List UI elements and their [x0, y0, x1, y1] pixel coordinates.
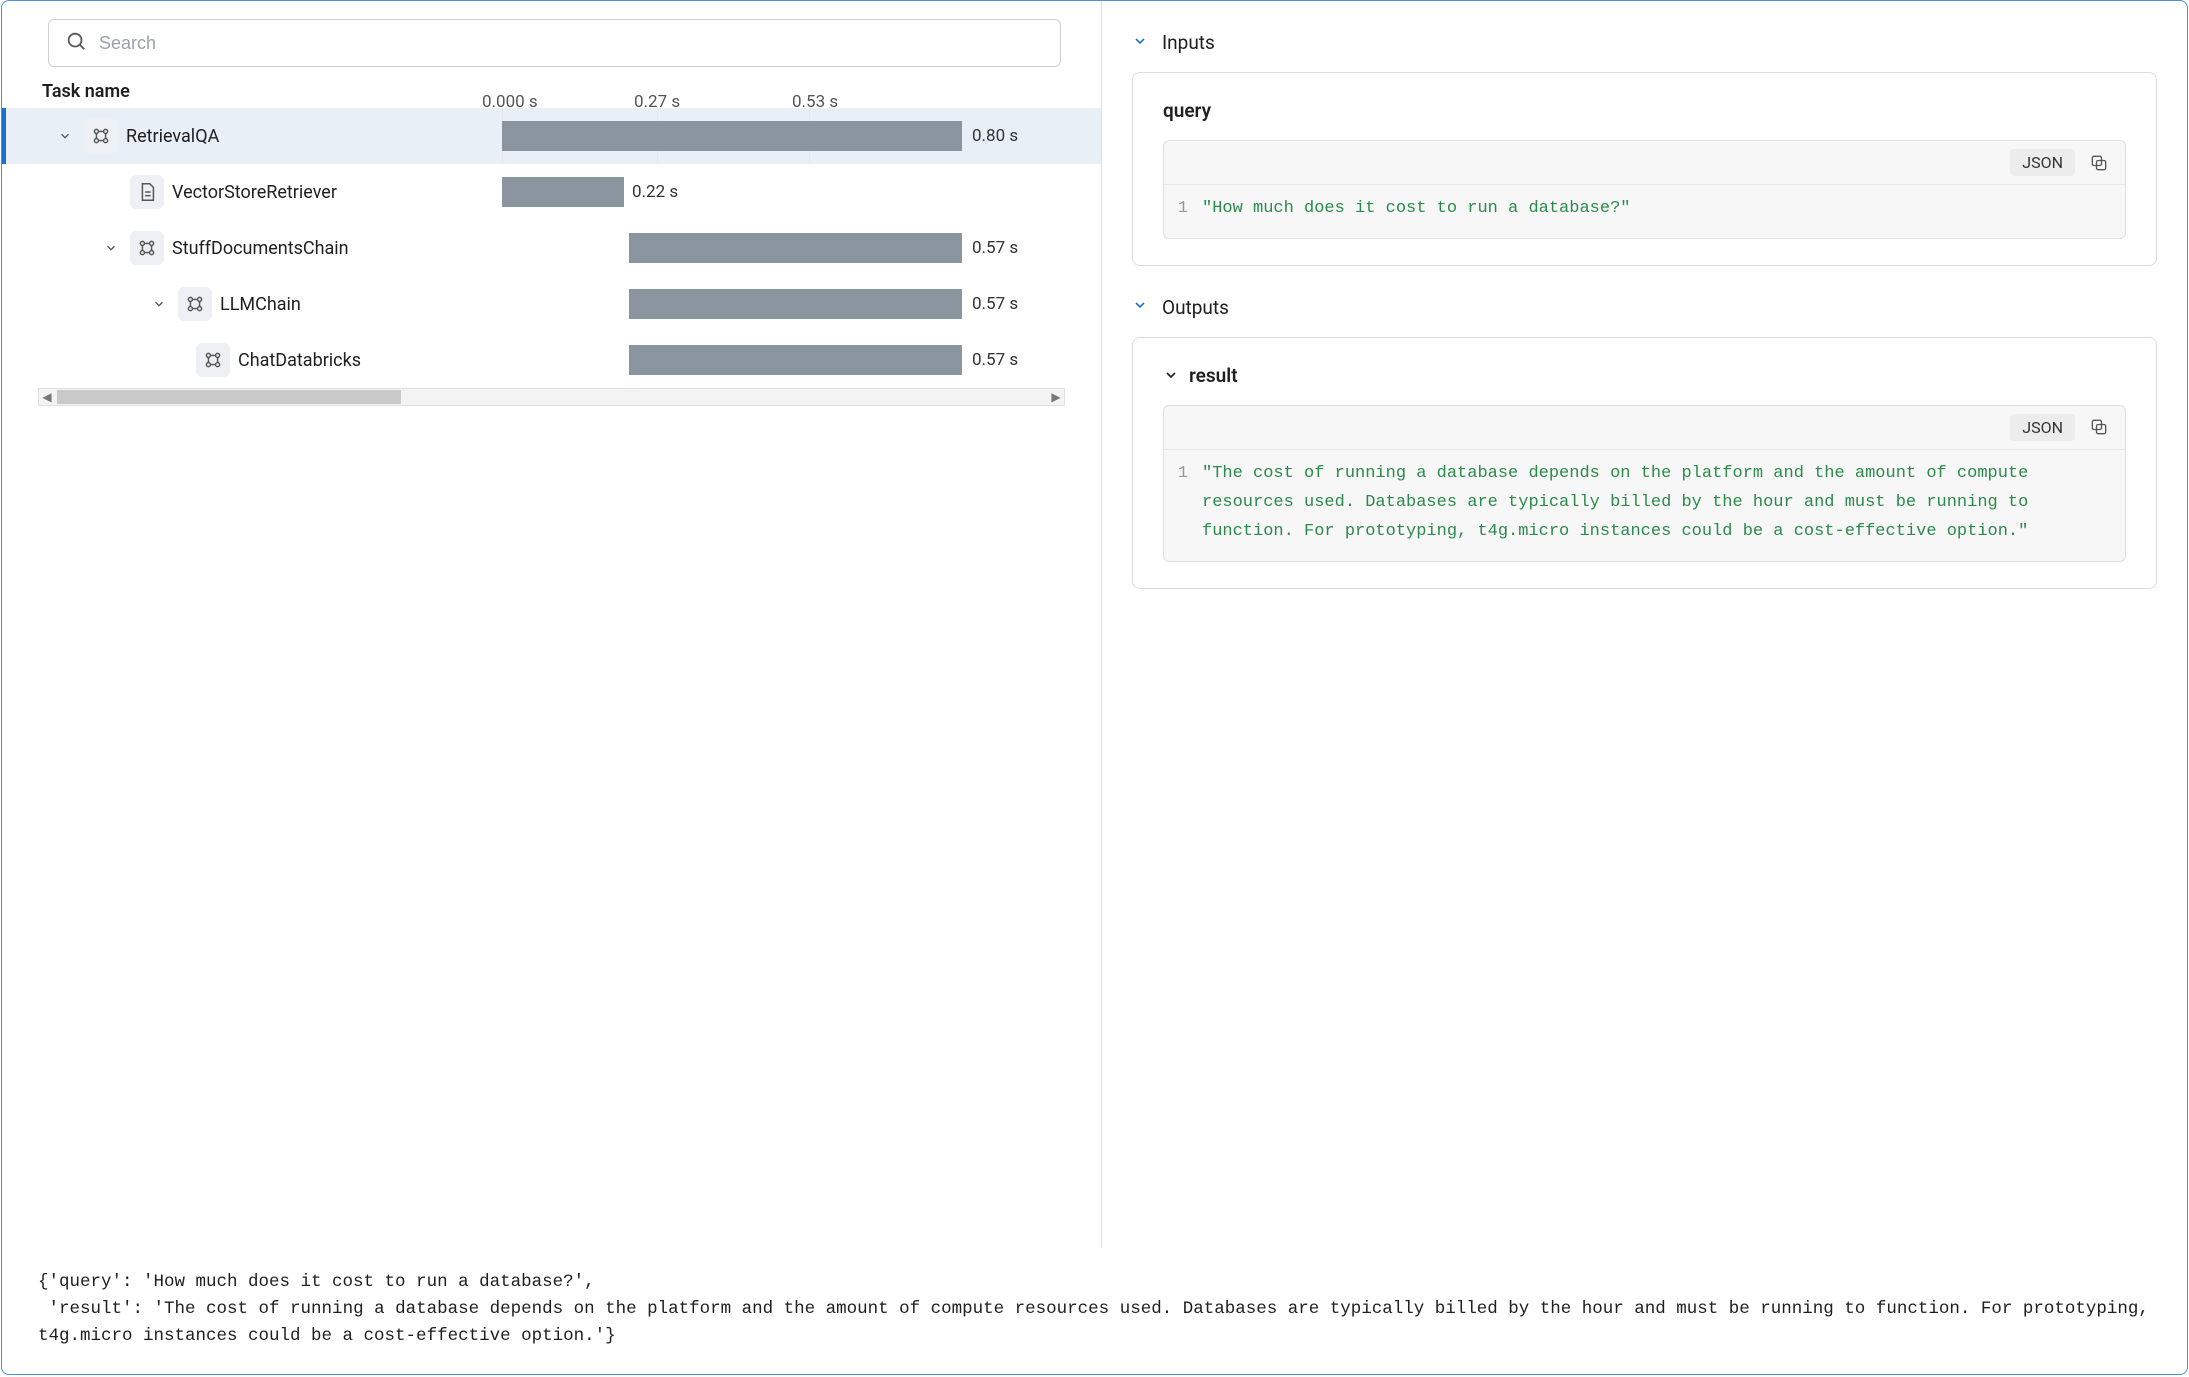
search-input[interactable] [99, 33, 1044, 54]
scroll-right-arrow-icon[interactable]: ▶ [1048, 390, 1064, 404]
task-row-stuffdocumentschain[interactable]: StuffDocumentsChain 0.57 s [2, 220, 1101, 276]
outputs-section-title: Outputs [1162, 296, 1229, 319]
inputs-section-title: Inputs [1162, 31, 1215, 54]
timeline-cell: 0.22 s [462, 164, 1101, 220]
task-row-retrievalqa[interactable]: RetrievalQA 0.80 s [2, 108, 1101, 164]
left-panel: Task name 0.000 s 0.27 s 0.53 s Retrieva… [2, 1, 1102, 1248]
result-code-text: "The cost of running a database depends … [1202, 460, 2111, 547]
document-icon [130, 175, 164, 209]
chevron-down-icon [1132, 33, 1148, 53]
duration-label: 0.57 s [972, 294, 1018, 314]
inputs-query-card: query JSON 1 "How much does it cost to r… [1132, 72, 2157, 266]
chain-icon [130, 231, 164, 265]
chevron-placeholder [100, 181, 122, 203]
scroll-thumb[interactable] [57, 390, 401, 404]
horizontal-scrollbar[interactable]: ◀ ▶ [38, 388, 1065, 406]
raw-output-text: {'query': 'How much does it cost to run … [2, 1248, 2187, 1374]
task-label: ChatDatabricks [238, 350, 361, 371]
outputs-result-card: result JSON 1 "The cost of running a dat… [1132, 337, 2157, 589]
duration-bar [629, 345, 962, 375]
duration-bar [629, 289, 962, 319]
result-code-toolbar: JSON [1164, 406, 2125, 450]
task-label: LLMChain [220, 294, 301, 315]
duration-label: 0.57 s [972, 350, 1018, 370]
query-card-title: query [1163, 99, 2126, 122]
chain-icon [196, 343, 230, 377]
task-cell: RetrievalQA [38, 119, 462, 153]
grid-header: Task name 0.000 s 0.27 s 0.53 s [2, 67, 1101, 108]
duration-label: 0.22 s [632, 182, 678, 202]
query-code-text: "How much does it cost to run a database… [1202, 195, 1630, 224]
duration-bar [629, 233, 962, 263]
duration-label: 0.57 s [972, 238, 1018, 258]
task-cell: ChatDatabricks [38, 343, 462, 377]
chevron-down-icon[interactable] [148, 293, 170, 315]
task-cell: StuffDocumentsChain [38, 231, 462, 265]
chevron-down-icon[interactable] [54, 125, 76, 147]
search-wrapper [2, 19, 1101, 67]
duration-label: 0.80 s [972, 126, 1018, 146]
right-panel: Inputs query JSON 1 "How much does it co… [1102, 1, 2187, 1248]
task-name-column-header: Task name [42, 81, 462, 102]
result-code-body: 1 "The cost of running a database depend… [1164, 450, 2125, 561]
task-cell: VectorStoreRetriever [38, 175, 462, 209]
line-number: 1 [1172, 460, 1202, 547]
chevron-down-icon [1163, 367, 1179, 383]
result-card-title[interactable]: result [1163, 364, 2126, 387]
json-format-badge[interactable]: JSON [2010, 149, 2075, 176]
main-panels: Task name 0.000 s 0.27 s 0.53 s Retrieva… [2, 1, 2187, 1248]
task-cell: LLMChain [38, 287, 462, 321]
scroll-left-arrow-icon[interactable]: ◀ [39, 390, 55, 404]
chain-icon [84, 119, 118, 153]
task-label: VectorStoreRetriever [172, 182, 337, 203]
inputs-section-header[interactable]: Inputs [1132, 31, 2157, 54]
copy-button[interactable] [2089, 153, 2109, 173]
line-number: 1 [1172, 195, 1202, 224]
timeline-cell: 0.80 s [462, 108, 1101, 164]
task-row-vectorstoreretriever[interactable]: VectorStoreRetriever 0.22 s [2, 164, 1101, 220]
task-row-llmchain[interactable]: LLMChain 0.57 s [2, 276, 1101, 332]
result-title-text: result [1189, 364, 1238, 387]
search-icon [65, 30, 87, 56]
query-code-block: JSON 1 "How much does it cost to run a d… [1163, 140, 2126, 239]
task-label: RetrievalQA [126, 126, 219, 147]
outputs-section-header[interactable]: Outputs [1132, 296, 2157, 319]
timeline-cell: 0.57 s [462, 220, 1101, 276]
timeline-cell: 0.57 s [462, 276, 1101, 332]
timeline-cell: 0.57 s [462, 332, 1101, 388]
result-code-block: JSON 1 "The cost of running a database d… [1163, 405, 2126, 562]
chain-icon [178, 287, 212, 321]
task-row-chatdatabricks[interactable]: ChatDatabricks 0.57 s [2, 332, 1101, 388]
json-format-badge[interactable]: JSON [2010, 414, 2075, 441]
task-label: StuffDocumentsChain [172, 238, 349, 259]
copy-button[interactable] [2089, 417, 2109, 437]
query-code-body: 1 "How much does it cost to run a databa… [1164, 185, 2125, 238]
search-box[interactable] [48, 19, 1061, 67]
query-code-toolbar: JSON [1164, 141, 2125, 185]
chevron-down-icon[interactable] [100, 237, 122, 259]
trace-viewer-container: Task name 0.000 s 0.27 s 0.53 s Retrieva… [1, 0, 2188, 1375]
duration-bar [502, 121, 962, 151]
chevron-down-icon [1132, 297, 1148, 317]
task-rows: RetrievalQA 0.80 s VectorStoreRetriever 0.2… [2, 108, 1101, 388]
duration-bar [502, 177, 624, 207]
